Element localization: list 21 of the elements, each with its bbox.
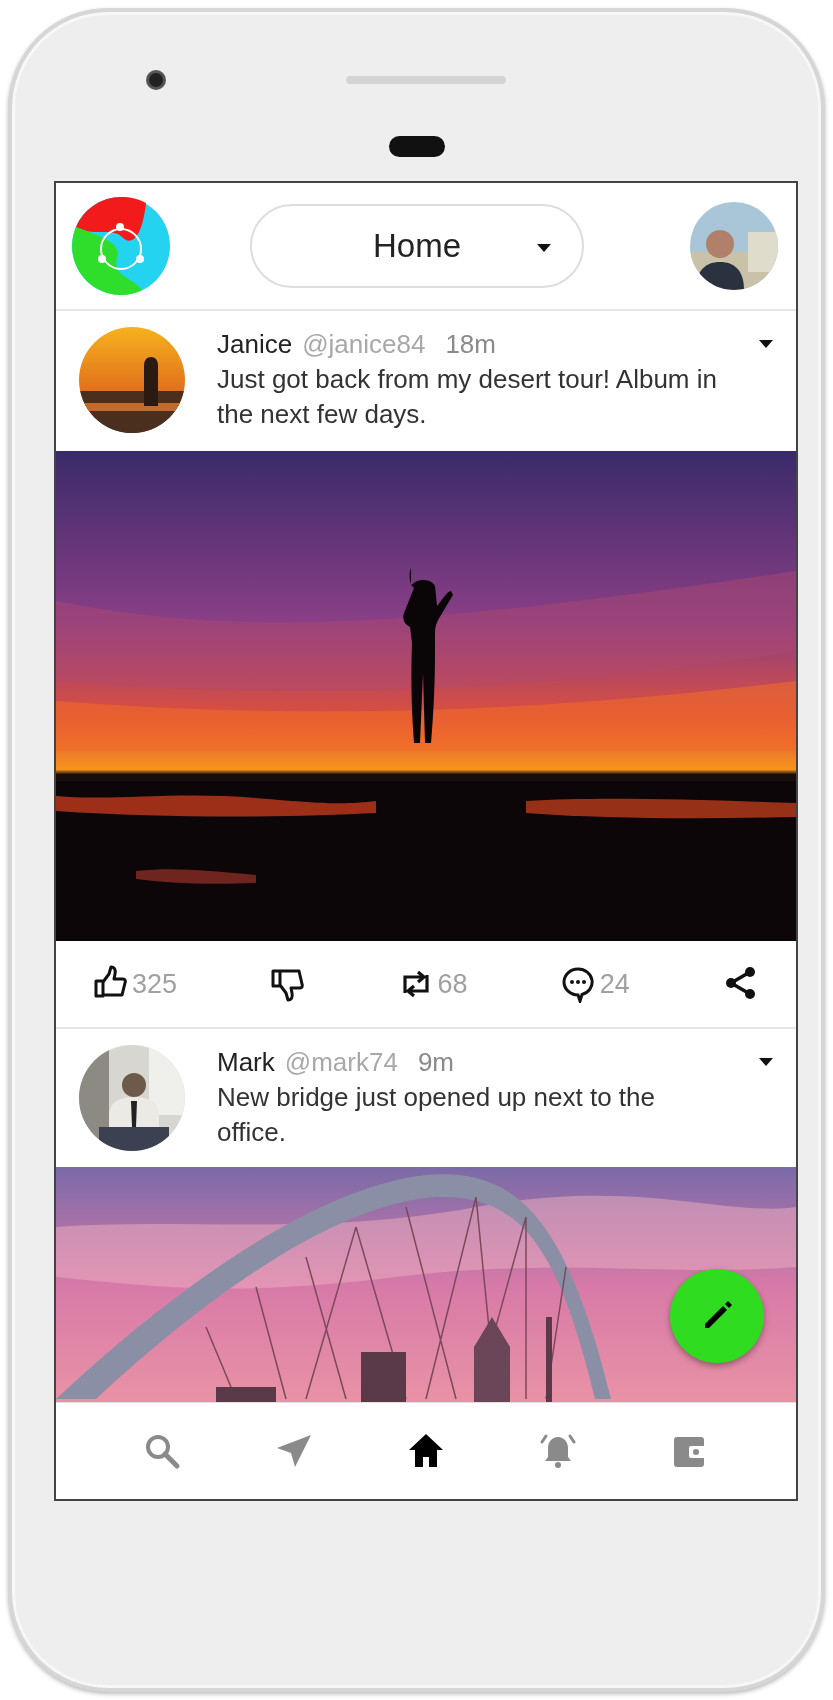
repost-button[interactable]: 68 [397,965,468,1003]
caret-icon[interactable] [536,243,552,253]
comment-button[interactable]: 24 [559,965,630,1003]
earpiece [388,136,445,157]
post-text: New bridge just opened up next to the office. [217,1081,656,1149]
search-icon [143,1432,181,1470]
home-icon [407,1432,445,1470]
post-text: Just got back from my desert tour! Album in the next few days. [217,363,718,431]
bell-icon [539,1432,577,1470]
post-time: 9m [417,1046,454,1079]
author-handle[interactable]: @mark74 [284,1045,398,1080]
like-button[interactable]: 325 [92,965,178,1003]
author-name[interactable]: Janice [217,327,293,362]
caret-icon[interactable] [758,339,774,349]
caret-icon[interactable] [758,1057,774,1067]
logo-icon[interactable] [72,197,170,295]
camera [146,70,166,90]
post-time: 18m [445,328,496,361]
feed-selector[interactable]: Home [250,204,584,288]
author-handle[interactable]: @janice84 [302,327,426,362]
author-name[interactable]: Mark [217,1045,275,1080]
